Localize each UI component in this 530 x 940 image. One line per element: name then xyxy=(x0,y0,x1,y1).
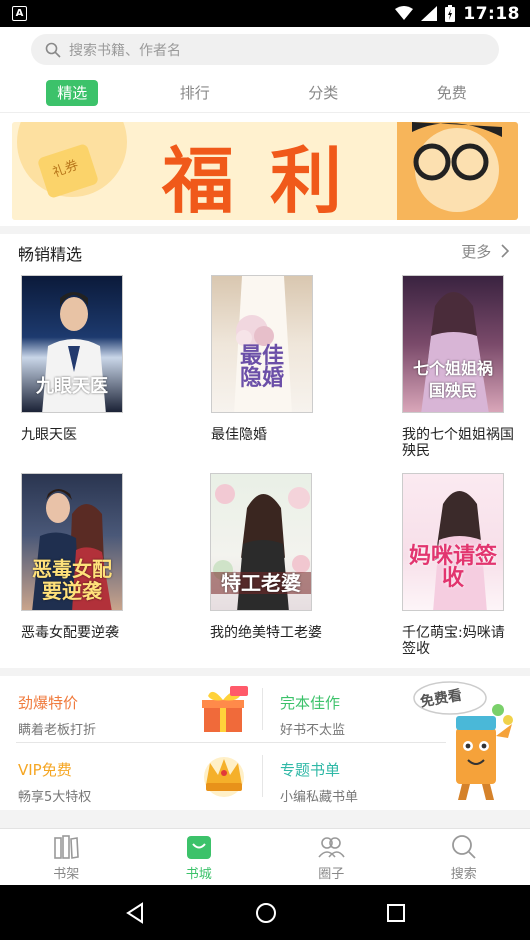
cover-title: 恶毒女配要逆袭 xyxy=(32,557,112,603)
gift-box-icon xyxy=(202,686,248,732)
nav-label: 圈子 xyxy=(318,866,345,882)
store-icon xyxy=(186,835,211,859)
search-input[interactable]: 搜索书籍、作者名 xyxy=(31,34,499,65)
banner-title: 福利 xyxy=(162,138,379,220)
nav-store[interactable]: 书城 xyxy=(133,829,266,885)
vip-crown-icon xyxy=(204,757,244,797)
notification-icon: A xyxy=(12,6,27,21)
search-icon xyxy=(451,834,476,859)
book-cover: 妈咪请签收 xyxy=(402,473,504,611)
book-card[interactable]: 妈咪请签收 千亿萌宝:妈咪请签收 xyxy=(402,473,522,657)
bottom-nav: 书架 书城 圈子 搜索 xyxy=(0,828,530,885)
book-card[interactable]: 最佳隐婚 最佳隐婚 xyxy=(211,275,331,443)
section-title: 畅销精选 xyxy=(18,245,83,264)
divider xyxy=(262,688,263,730)
status-bar: A 17:18 xyxy=(0,0,530,27)
divider xyxy=(0,810,530,828)
book-card[interactable]: 九眼天医 九眼天医 xyxy=(21,275,141,443)
chevron-right-icon xyxy=(501,244,510,258)
divider xyxy=(0,226,530,234)
clock: 17:18 xyxy=(463,3,520,24)
cover-title: 最佳隐婚 xyxy=(239,344,284,391)
promo-grid: 劲爆特价 瞒着老板打折 完本佳作 好书不太监 VIP免费 畅享5大特权 专题书单… xyxy=(0,676,530,809)
book-title: 恶毒女配要逆袭 xyxy=(21,625,119,641)
cover-title: 特工老婆 xyxy=(211,572,311,594)
tab-ranking[interactable]: 排行 xyxy=(163,80,227,106)
divider xyxy=(16,742,446,743)
cover-title: 妈咪请签收 xyxy=(409,544,498,591)
more-label: 更多 xyxy=(461,243,492,261)
battery-icon xyxy=(445,5,456,22)
free-read-mascot[interactable]: 免费看 xyxy=(412,676,522,806)
book-title: 我的七个姐姐祸国殃民 xyxy=(402,427,514,459)
book-title: 我的绝美特工老婆 xyxy=(210,625,322,641)
nav-search[interactable]: 搜索 xyxy=(398,829,530,885)
nav-label: 搜索 xyxy=(450,866,477,882)
search-icon xyxy=(45,42,61,58)
promo-vip[interactable]: VIP免费 畅享5大特权 xyxy=(18,743,258,809)
nav-label: 书架 xyxy=(53,866,80,882)
signal-icon xyxy=(421,6,438,21)
cover-title: 九眼天医 xyxy=(36,376,108,397)
tab-featured[interactable]: 精选 xyxy=(46,79,99,106)
category-tabs: 精选 排行 分类 免费 xyxy=(0,73,530,113)
book-title: 九眼天医 xyxy=(21,427,77,443)
book-card[interactable]: 恶毒女配要逆袭 恶毒女配要逆袭 xyxy=(21,473,141,641)
system-nav-bar xyxy=(0,885,530,940)
recents-icon[interactable] xyxy=(386,903,406,923)
nav-label: 书城 xyxy=(185,866,212,882)
promo-special-offer[interactable]: 劲爆特价 瞒着老板打折 xyxy=(18,676,258,742)
promo-banner[interactable]: 礼券 福利 xyxy=(12,122,518,220)
book-cover: 九眼天医 xyxy=(21,275,123,413)
book-card[interactable]: 七个姐姐祸国殃民 我的七个姐姐祸国殃民 xyxy=(402,275,522,459)
back-icon[interactable] xyxy=(124,901,146,924)
tab-category[interactable]: 分类 xyxy=(291,80,355,106)
nav-bookshelf[interactable]: 书架 xyxy=(0,829,133,885)
community-icon xyxy=(318,836,345,858)
book-cover: 特工老婆 xyxy=(210,473,312,611)
search-bar-container: 搜索书籍、作者名 xyxy=(0,27,530,73)
tab-free[interactable]: 免费 xyxy=(420,80,484,106)
cover-title: 七个姐姐祸国殃民 xyxy=(412,359,493,400)
divider xyxy=(262,755,263,797)
book-card[interactable]: 特工老婆 我的绝美特工老婆 xyxy=(210,473,330,641)
divider xyxy=(0,668,530,676)
book-title: 最佳隐婚 xyxy=(211,427,267,443)
book-cover: 七个姐姐祸国殃民 xyxy=(402,275,504,413)
home-icon[interactable] xyxy=(255,902,277,924)
nav-community[interactable]: 圈子 xyxy=(265,829,398,885)
book-cover: 恶毒女配要逆袭 xyxy=(21,473,123,611)
book-cover: 最佳隐婚 xyxy=(211,275,313,413)
bookshelf-icon xyxy=(54,834,80,859)
more-link[interactable]: 更多 xyxy=(461,241,510,262)
wifi-icon xyxy=(395,6,414,20)
search-placeholder: 搜索书籍、作者名 xyxy=(69,42,181,59)
book-title: 千亿萌宝:妈咪请签收 xyxy=(402,625,505,657)
